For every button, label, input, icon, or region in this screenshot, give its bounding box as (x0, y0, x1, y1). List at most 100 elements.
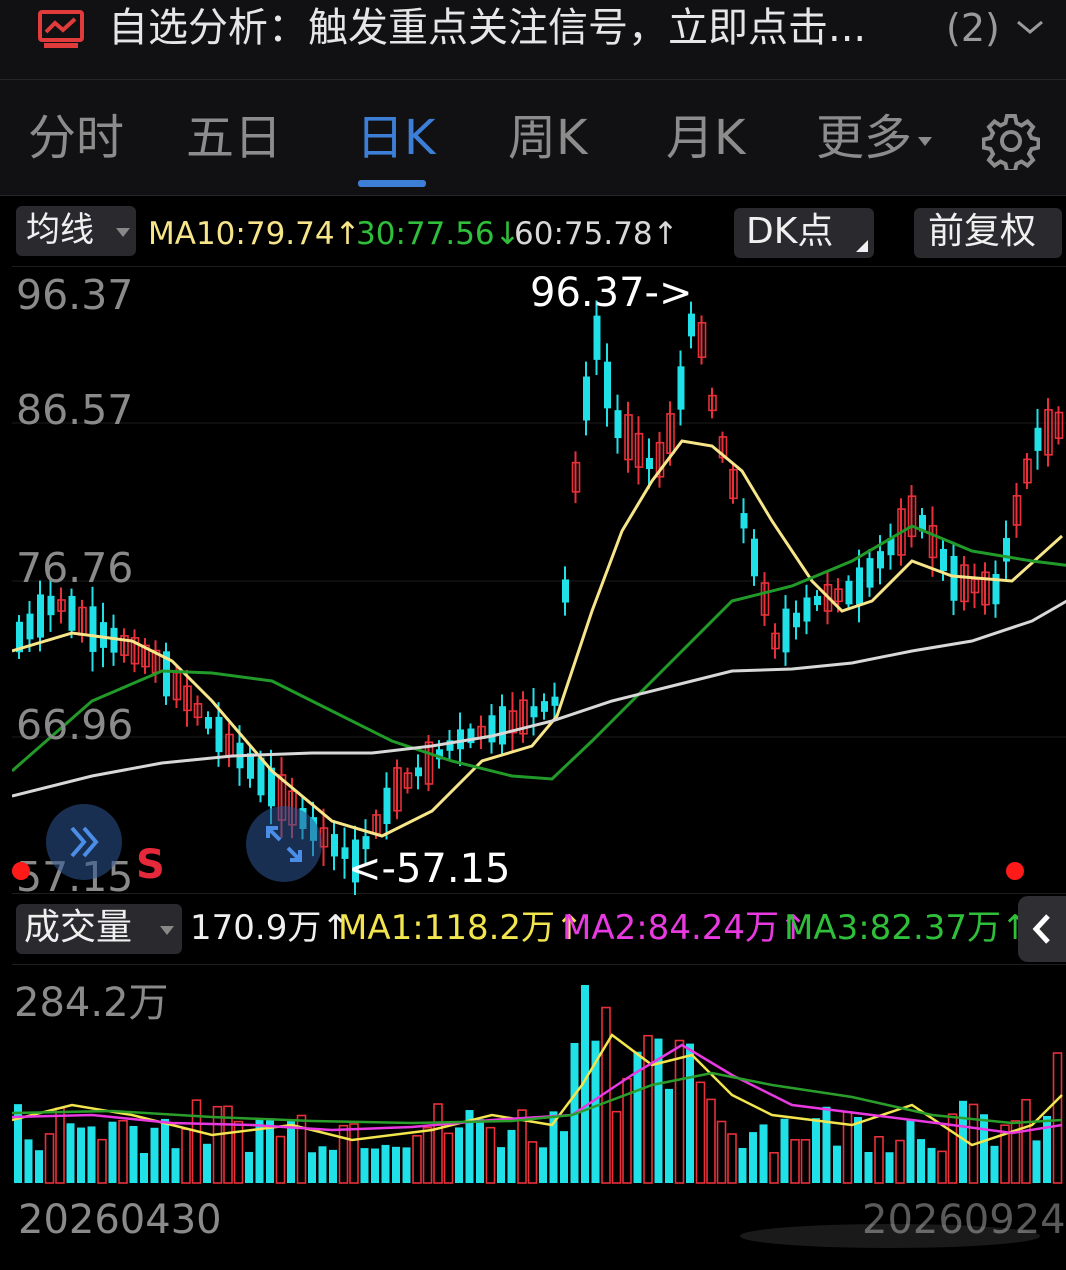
candle-body (247, 753, 254, 779)
tab-more[interactable]: 更多 (816, 108, 933, 168)
volume-bar (854, 1117, 862, 1183)
tab-weekly-k[interactable]: 周K (508, 108, 587, 168)
volume-bar (275, 1135, 286, 1184)
ma10-value: MA10:79.74↑ (148, 216, 361, 252)
volume-bar (87, 1126, 96, 1183)
volume-bar (990, 1145, 999, 1183)
volume-bar (245, 1151, 253, 1183)
volume-bar (780, 1118, 789, 1183)
candle-body (205, 717, 212, 729)
candle-body (677, 366, 685, 410)
candle-body (68, 595, 76, 631)
volume-bar (906, 1119, 915, 1183)
candle-body (488, 715, 496, 743)
volume-bar (412, 1135, 422, 1184)
volume-bar (392, 1146, 400, 1183)
candle-body (383, 787, 391, 825)
volume-bar (560, 1131, 568, 1183)
volume-bar (55, 1107, 65, 1184)
caret-down-icon (918, 136, 933, 146)
alert-bar[interactable]: 自选分析：触发重点关注信号，立即点击... (2) (0, 0, 1066, 80)
tab-intraday[interactable]: 分时 (28, 108, 124, 168)
volume-bar (885, 1152, 894, 1183)
collapse-panel-button[interactable] (1018, 896, 1066, 962)
gear-icon[interactable] (982, 112, 1040, 170)
volume-bar (643, 1034, 653, 1184)
volume-bar (611, 1110, 622, 1184)
volume-bar (716, 1120, 727, 1184)
volume-bar (507, 1129, 516, 1183)
candle-body (646, 457, 653, 470)
volume-bar (842, 1111, 853, 1184)
volume-max-label: 284.2万 (14, 980, 169, 1026)
volume-bar (727, 1133, 737, 1184)
volume-bar (24, 1139, 33, 1183)
candle-body (100, 622, 107, 648)
candle-body (604, 361, 611, 409)
volume-bar (800, 1138, 811, 1184)
volume-bar (895, 1139, 905, 1184)
tab-daily-k[interactable]: 日K (356, 108, 435, 168)
candle-body (499, 706, 506, 745)
price-adjust-button[interactable]: 前复权 (914, 208, 1062, 258)
signal-dot-left (12, 862, 30, 880)
volume-bar (695, 1081, 706, 1184)
candle-body (215, 716, 223, 753)
candle-body (751, 538, 758, 577)
volume-bar (1021, 1098, 1031, 1184)
volume-bar (181, 1128, 191, 1184)
start-date-label: 20260430 (18, 1197, 222, 1243)
ma-type-selector[interactable]: 均线 (16, 206, 136, 256)
volume-bar (66, 1123, 75, 1183)
candle-body (562, 579, 569, 603)
candle-body (551, 696, 559, 706)
vol-ma2-line (11, 1043, 1063, 1135)
ma30-value: 30:77.56↓ (356, 216, 521, 252)
volume-bar (1052, 1052, 1063, 1184)
double-chevron-right-icon (70, 826, 99, 858)
candle-body (793, 612, 800, 628)
volume-bar (686, 1043, 694, 1183)
kline-chart[interactable]: 96.37 86.57 76.76 66.96 57.15 96.37-> <-… (12, 266, 1066, 899)
volume-bar (129, 1125, 138, 1183)
volume-bar (759, 1124, 768, 1183)
volume-bar (527, 1141, 538, 1184)
volume-bar (874, 1136, 884, 1184)
chevron-down-icon[interactable] (1014, 14, 1046, 40)
ma60-value: 60:75.78↑ (514, 216, 679, 252)
candle-body (940, 548, 947, 572)
volume-bar (539, 1147, 547, 1183)
candle-body (331, 834, 338, 857)
candle-body (37, 594, 44, 638)
tab-five-day[interactable]: 五日 (186, 108, 282, 168)
volume-bar (980, 1114, 988, 1183)
kline-canvas (12, 300, 1066, 895)
volume-bar (360, 1148, 369, 1183)
alert-text[interactable]: 自选分析：触发重点关注信号，立即点击... (108, 4, 866, 52)
dk-point-button[interactable]: DK点 (734, 208, 874, 258)
candle-body (415, 767, 422, 777)
candle-body (614, 410, 622, 439)
candle-body (1034, 427, 1042, 451)
chevron-left-icon (1032, 914, 1050, 944)
period-tabs: 分时 五日 日K 周K 月K 更多 (0, 80, 1066, 196)
volume-bar (937, 1150, 947, 1184)
high-price-label: 96.37-> (530, 270, 693, 316)
candle-body (530, 706, 538, 718)
volume-bar (203, 1143, 211, 1183)
volume-bar (822, 1106, 831, 1183)
expand-sidebar-button[interactable] (46, 804, 122, 880)
sell-signal-mark[interactable]: S (136, 842, 165, 888)
volume-bar (790, 1138, 800, 1184)
volume-chart[interactable]: 284.2万 (11, 964, 1066, 1184)
candle-body (814, 595, 821, 606)
volume-type-selector[interactable]: 成交量 (16, 904, 182, 954)
volume-bar (402, 1147, 411, 1183)
volume-bar (749, 1132, 757, 1183)
tab-monthly-k[interactable]: 月K (666, 108, 745, 168)
volume-bar (349, 1123, 359, 1184)
volume-bar (497, 1147, 505, 1183)
fullscreen-button[interactable] (246, 806, 322, 882)
dk-point-label: DK点 (746, 211, 834, 252)
volume-bar (318, 1146, 327, 1183)
